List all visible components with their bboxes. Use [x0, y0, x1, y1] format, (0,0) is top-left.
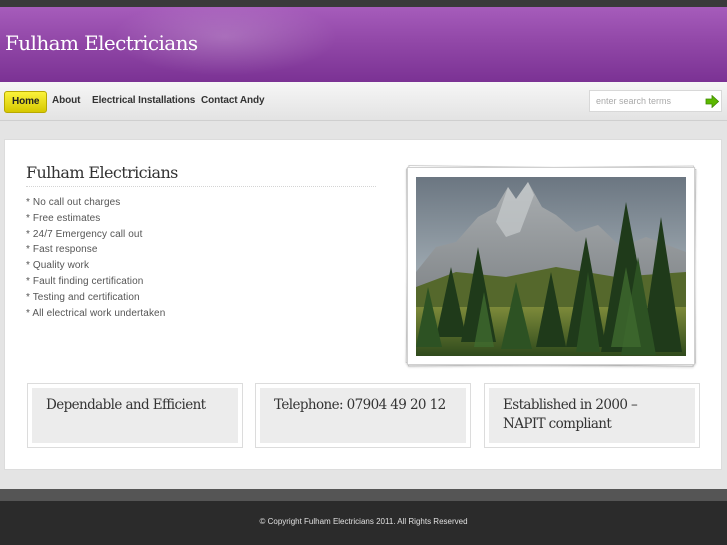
info-box-text: Dependable and Efficient: [32, 388, 238, 443]
site-header: Fulham Electricians: [0, 7, 727, 82]
feature-item: * Testing and certification: [26, 291, 140, 303]
info-box-telephone: Telephone: 07904 49 20 12: [255, 383, 471, 448]
mountain-forest-photo: [416, 177, 686, 356]
copyright-text: © Copyright Fulham Electricians 2011. Al…: [259, 517, 468, 526]
feature-item: * No call out charges: [26, 197, 121, 208]
nav-electrical-installations[interactable]: Electrical Installations: [92, 91, 195, 111]
nav-home[interactable]: Home: [4, 91, 48, 113]
content-title: Fulham Electricians: [26, 163, 178, 182]
title-divider: [26, 186, 376, 187]
feature-item: * All electrical work undertaken: [26, 307, 166, 319]
info-box-text: Established in 2000 – NAPIT compliant: [489, 388, 695, 443]
feature-item: * Fast response: [26, 244, 98, 256]
arrow-right-icon[interactable]: [705, 95, 719, 108]
info-box-established: Established in 2000 – NAPIT compliant: [484, 383, 700, 448]
feature-item: * Fault finding certification: [26, 275, 144, 287]
site-footer: © Copyright Fulham Electricians 2011. Al…: [0, 501, 727, 545]
info-box-dependable: Dependable and Efficient: [27, 383, 243, 448]
photo-stack: [405, 163, 697, 369]
search-box: enter search terms: [589, 90, 722, 112]
site-title[interactable]: Fulham Electricians: [5, 31, 198, 55]
search-input[interactable]: enter search terms: [596, 91, 671, 111]
info-box-text: Telephone: 07904 49 20 12: [260, 388, 466, 443]
nav-contact-andy[interactable]: Contact Andy: [201, 91, 265, 111]
feature-list: * No call out charges * Free estimates *…: [26, 195, 165, 321]
feature-item: * 24/7 Emergency call out: [26, 228, 143, 240]
nav-about[interactable]: About: [52, 91, 80, 111]
top-strip: [0, 0, 727, 7]
feature-item: * Quality work: [26, 260, 90, 272]
feature-item: * Free estimates: [26, 212, 101, 224]
footer-separator: [0, 489, 727, 501]
